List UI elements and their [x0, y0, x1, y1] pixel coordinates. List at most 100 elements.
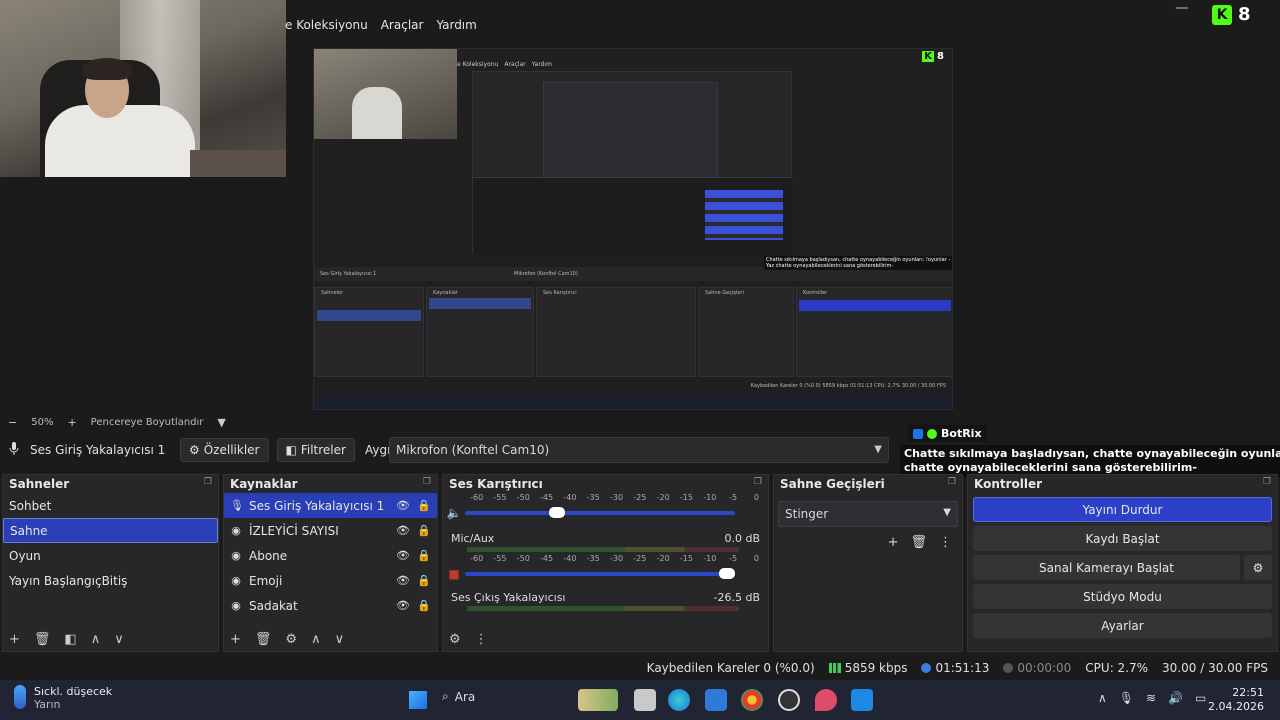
zoom-out-button[interactable]: −	[8, 416, 17, 429]
weather-sub: Yarın	[34, 698, 61, 711]
scale-tick: -45	[540, 554, 554, 563]
undock-icon[interactable]: ❐	[423, 477, 431, 491]
menu-item-tools[interactable]: Araçlar	[381, 18, 424, 32]
virtual-cam-settings-icon[interactable]: ⚙	[1244, 555, 1272, 580]
weather-widget[interactable]: Sıckl. düşecek Yarın	[14, 685, 112, 711]
transition-select[interactable]: Stinger ▼	[778, 501, 958, 527]
move-up-icon[interactable]: ∧	[311, 632, 321, 647]
obs-icon[interactable]	[778, 689, 800, 711]
lock-icon[interactable]: 🔒	[417, 549, 431, 562]
visibility-eye-icon[interactable]: 👁	[396, 549, 410, 562]
source-name: Abone	[249, 548, 288, 563]
mic-icon	[0, 441, 28, 459]
undock-icon[interactable]: ❐	[754, 477, 762, 491]
source-item[interactable]: ◉ İZLEYİCİ SAYISI 👁 🔒	[224, 518, 437, 543]
scenes-dock: Sahneler ❐ Sohbet Sahne Oyun Yayın Başlangı…	[2, 474, 219, 652]
transition-value: Stinger	[785, 507, 829, 521]
source-name: Emoji	[249, 573, 283, 588]
scale-tick: -45	[540, 493, 554, 502]
filters-label: Filtreler	[300, 443, 346, 457]
zoom-in-button[interactable]: +	[67, 416, 76, 429]
fit-to-window-label[interactable]: Pencereye Boyutlandır	[91, 417, 204, 428]
add-icon[interactable]: +	[888, 535, 899, 550]
zoom-dropdown-icon[interactable]: ▼	[217, 416, 225, 429]
lock-icon[interactable]: 🔒	[417, 574, 431, 587]
chrome-icon[interactable]	[741, 689, 763, 711]
system-tray: ∧ 🎙 ≋ 🔊 ▭	[1098, 691, 1206, 705]
preview-canvas[interactable]: e Koleksiyonu Araçlar Yardım K8 Ses Giri…	[313, 48, 953, 410]
transitions-dock-title: Sahne Geçişleri ❐	[774, 475, 962, 493]
stop-stream-button[interactable]: Yayını Durdur	[973, 497, 1272, 522]
live-indicator: 01:51:13	[921, 661, 989, 675]
visibility-eye-icon[interactable]: 👁	[396, 574, 410, 587]
visibility-eye-icon[interactable]: 👁	[396, 599, 410, 612]
undock-icon[interactable]: ❐	[1263, 477, 1271, 491]
visibility-eye-icon[interactable]: 👁	[396, 499, 410, 512]
windows-start-icon[interactable]	[409, 691, 427, 709]
chevron-up-icon[interactable]: ∧	[1098, 691, 1107, 705]
gear-icon[interactable]: ⚙	[449, 632, 461, 647]
source-item[interactable]: 🎙 Ses Giriş Yakalayıcısı 1 👁 🔒	[224, 493, 437, 518]
obs-window: e Koleksiyonu Araçlar Yardım — K 8 e Kol…	[0, 0, 1280, 720]
undock-icon[interactable]: ❐	[204, 477, 212, 491]
filters-icon[interactable]: ◧	[64, 632, 76, 647]
undock-icon[interactable]: ❐	[948, 477, 956, 491]
volume-icon[interactable]: 🔊	[1168, 691, 1183, 705]
properties-button[interactable]: ⚙ Özellikler	[180, 438, 269, 462]
taskbar-clock[interactable]: 22:51 2.04.2026	[1208, 686, 1264, 714]
volume-slider-mic[interactable]	[465, 568, 735, 579]
mic-aux-label: Mic/Aux	[451, 532, 495, 545]
move-down-icon[interactable]: ∨	[114, 632, 124, 647]
studio-mode-button[interactable]: Stüdyo Modu	[973, 584, 1272, 609]
source-item[interactable]: ◉ Abone 👁 🔒	[224, 543, 437, 568]
trash-icon[interactable]: 🗑	[910, 535, 927, 550]
wifi-icon[interactable]: ≋	[1146, 691, 1156, 705]
taskbar-search[interactable]: ⌕ Ara	[442, 689, 475, 704]
source-item[interactable]: ◉ Emoji 👁 🔒	[224, 568, 437, 593]
microphone-tray-icon[interactable]: 🎙	[1119, 691, 1134, 705]
more-options-icon[interactable]: ⋮	[939, 535, 952, 550]
move-down-icon[interactable]: ∨	[335, 632, 345, 647]
maps-pin-icon[interactable]	[815, 689, 837, 711]
scene-item[interactable]: Sohbet	[3, 493, 218, 518]
lock-icon[interactable]: 🔒	[417, 599, 431, 612]
add-icon[interactable]: +	[9, 632, 20, 647]
move-up-icon[interactable]: ∧	[91, 632, 101, 647]
gear-icon[interactable]: ⚙	[285, 632, 297, 647]
battery-icon[interactable]: ▭	[1195, 691, 1206, 705]
trash-icon[interactable]: 🗑	[34, 632, 51, 647]
scene-item[interactable]: Sahne	[3, 518, 218, 543]
volume-slider-desktop[interactable]	[465, 507, 735, 518]
app-icon[interactable]	[851, 689, 873, 711]
add-icon[interactable]: +	[230, 632, 241, 647]
volume-knob[interactable]	[719, 568, 735, 579]
menu-item-collection[interactable]: e Koleksiyonu	[285, 18, 368, 32]
volume-knob[interactable]	[548, 507, 565, 518]
lock-icon[interactable]: 🔒	[417, 499, 431, 512]
start-record-button[interactable]: Kaydı Başlat	[973, 526, 1272, 551]
mic-muted-icon[interactable]: ■	[443, 567, 465, 581]
store-icon[interactable]	[705, 689, 727, 711]
lock-icon[interactable]: 🔒	[417, 524, 431, 537]
more-options-icon[interactable]: ⋮	[475, 632, 488, 647]
settings-button[interactable]: Ayarlar	[973, 613, 1272, 638]
scale-tick: -60	[470, 493, 484, 502]
task-view-icon[interactable]	[634, 689, 656, 711]
widget-icon[interactable]	[578, 689, 618, 711]
scene-item[interactable]: Yayın BaşlangıçBitiş	[3, 568, 218, 593]
scene-item[interactable]: Oyun	[3, 543, 218, 568]
filters-button[interactable]: ◧ Filtreler	[276, 438, 355, 462]
start-virtual-cam-button[interactable]: Sanal Kamerayı Başlat	[973, 555, 1240, 580]
device-select[interactable]: Mikrofon (Konftel Cam10) ▼	[389, 437, 889, 463]
edge-icon[interactable]	[668, 689, 690, 711]
source-item[interactable]: ◉ Sadakat 👁 🔒	[224, 593, 437, 618]
globe-icon: ◉	[231, 549, 241, 562]
minimize-button[interactable]: —	[1175, 0, 1189, 16]
speaker-icon[interactable]: 🔈	[443, 506, 465, 520]
scenes-footer: + 🗑 ◧ ∧ ∨	[9, 629, 212, 649]
trash-icon[interactable]: 🗑	[255, 632, 272, 647]
mixer-channel-mic: ■	[443, 567, 768, 581]
visibility-eye-icon[interactable]: 👁	[396, 524, 410, 537]
menu-item-help[interactable]: Yardım	[436, 18, 476, 32]
botrix-logo-icon	[913, 428, 923, 439]
